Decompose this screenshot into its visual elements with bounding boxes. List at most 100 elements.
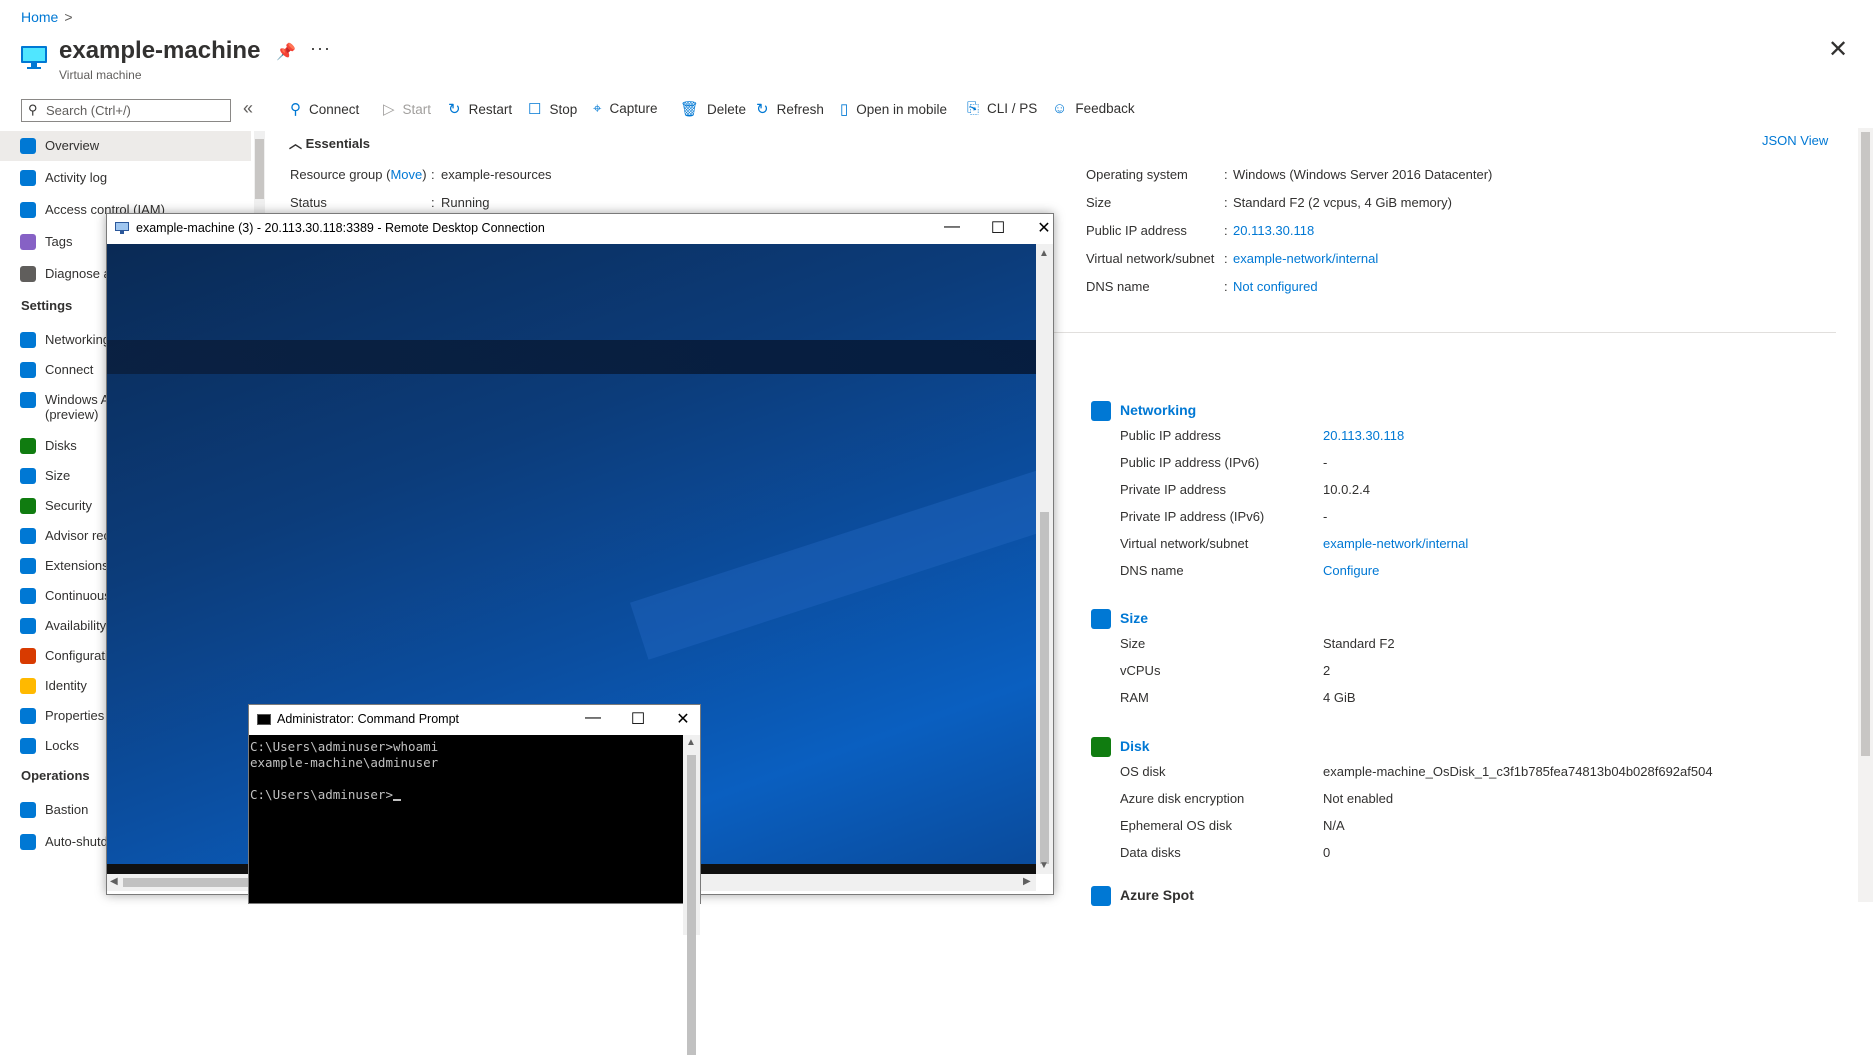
feedback-label: Feedback [1075, 101, 1135, 116]
command-prompt-window[interactable]: Administrator: Command Prompt — ☐ ✕ C:\U… [248, 704, 701, 1055]
minimize-icon[interactable]: — [937, 218, 967, 236]
size-section-link[interactable]: Size [1120, 610, 1148, 626]
restart-button[interactable]: ↻ Restart [448, 100, 512, 118]
configuration-icon [20, 648, 36, 664]
task-view-icon[interactable]: ⧉ [203, 864, 251, 874]
wallpaper-band [107, 340, 1036, 374]
close-icon[interactable]: ✕ [668, 709, 698, 729]
rdp-titlebar[interactable]: example-machine (3) - 20.113.30.118:3389… [107, 214, 1053, 244]
dns-link[interactable]: Not configured [1233, 279, 1318, 294]
continuous-delivery-icon [20, 588, 36, 604]
open-in-mobile-icon: ▯ [840, 101, 849, 118]
property-value: - [1323, 509, 1328, 524]
access-control-iam-icon [20, 202, 36, 218]
dns-label: DNS name [1086, 279, 1150, 294]
page-title: example-machine [59, 37, 261, 64]
more-options-icon[interactable]: ··· [310, 38, 331, 59]
search-input[interactable]: ⚲ Search (Ctrl+/) [21, 99, 231, 122]
property-value-link[interactable]: Configure [1323, 563, 1379, 578]
rdp-vscroll-thumb[interactable] [1040, 512, 1049, 864]
vnet-link[interactable]: example-network/internal [1233, 251, 1378, 266]
console-output[interactable]: C:\Users\adminuser>whoami example-machine… [249, 736, 683, 936]
feedback-icon: ☺ [1052, 100, 1068, 117]
minimize-icon[interactable]: — [578, 709, 608, 727]
close-icon[interactable]: ✕ [1029, 218, 1059, 238]
connect-icon [20, 362, 36, 378]
breadcrumb-home-link[interactable]: Home [21, 9, 58, 25]
breadcrumb: Home > [21, 9, 73, 25]
identity-icon [20, 678, 36, 694]
scroll-left-icon[interactable]: ◀ [110, 876, 118, 887]
cmd-vscroll-thumb[interactable] [687, 755, 696, 1055]
property-label: Private IP address (IPv6) [1120, 509, 1265, 524]
scroll-down-icon[interactable]: ▼ [1039, 860, 1049, 871]
pin-icon[interactable]: 📌 [276, 42, 296, 62]
page-scrollbar[interactable] [1858, 128, 1873, 902]
console-line: example-machine\adminuser [250, 755, 439, 770]
delete-button[interactable]: 🗑 Delete [680, 100, 746, 118]
windows-admin-center-icon [20, 392, 36, 408]
stop-button[interactable]: ☐ Stop [528, 100, 577, 118]
auto-shutdown-icon [20, 834, 36, 850]
capture-button[interactable]: ⌖ Capture [593, 100, 657, 117]
sidebar-item-activity-log[interactable]: Activity log [0, 163, 251, 193]
open-in-mobile-label: Open in mobile [856, 102, 948, 117]
resource-group-value[interactable]: example-resources [441, 167, 552, 182]
sidebar-scroll-thumb[interactable] [255, 139, 264, 199]
maximize-icon[interactable]: ☐ [623, 709, 653, 729]
activity-log-icon [20, 170, 36, 186]
maximize-icon[interactable]: ☐ [983, 218, 1013, 238]
networking-section-link[interactable]: Networking [1120, 402, 1196, 418]
property-label: Private IP address [1120, 482, 1226, 497]
property-value: 2 [1323, 663, 1331, 678]
delete-label: Delete [707, 102, 747, 117]
scroll-up-icon[interactable]: ▲ [1039, 248, 1049, 259]
console-prompt-line[interactable]: C:\Users\adminuser> [250, 787, 683, 803]
property-value: Not enabled [1323, 791, 1394, 806]
property-label: Data disks [1120, 845, 1181, 860]
scroll-right-icon[interactable]: ▶ [1023, 876, 1031, 887]
start-button[interactable]: ▷ Start [383, 100, 431, 118]
property-value: 4 GiB [1323, 690, 1356, 705]
connect-button[interactable]: ⚲ Connect [290, 100, 359, 118]
json-view-link[interactable]: JSON View [1762, 133, 1828, 148]
move-link[interactable]: Move [390, 167, 422, 182]
cli-ps-button[interactable]: ⎘ CLI / PS [967, 100, 1037, 117]
refresh-button[interactable]: ↻ Refresh [756, 100, 824, 118]
collapse-sidebar-icon[interactable]: « [243, 98, 253, 119]
connect-icon: ⚲ [290, 101, 301, 118]
property-label: Size [1120, 636, 1146, 651]
extensions-applications-icon [20, 558, 36, 574]
cmd-titlebar[interactable]: Administrator: Command Prompt — ☐ ✕ [249, 705, 700, 735]
property-label: Public IP address (IPv6) [1120, 455, 1260, 470]
connect-label: Connect [309, 102, 360, 117]
start-icon: ▷ [383, 101, 395, 118]
overview-icon [20, 138, 36, 154]
networking-icon [1091, 401, 1111, 421]
search-icon[interactable]: ⌕ [155, 864, 203, 874]
capture-icon: ⌖ [593, 100, 602, 117]
capture-label: Capture [609, 101, 658, 116]
remote-desktop-window[interactable]: example-machine (3) - 20.113.30.118:3389… [106, 213, 1054, 1055]
public-ip-link[interactable]: 20.113.30.118 [1233, 223, 1314, 238]
feedback-button[interactable]: ☺ Feedback [1052, 100, 1135, 117]
sidebar-item-label: Disks [45, 438, 77, 453]
disk-section-link[interactable]: Disk [1120, 738, 1150, 754]
cmd-vertical-scrollbar[interactable]: ▲ [683, 735, 700, 1055]
size-value: Standard F2 (2 vcpus, 4 GiB memory) [1233, 195, 1452, 210]
sidebar-item-label: Activity log [45, 170, 108, 185]
colon: : [1224, 195, 1228, 210]
close-icon[interactable]: ✕ [1828, 38, 1848, 62]
property-value-link[interactable]: example-network/internal [1323, 536, 1468, 551]
property-value-link[interactable]: 20.113.30.118 [1323, 428, 1404, 443]
scroll-up-icon[interactable]: ▲ [686, 737, 696, 748]
windows-start-icon[interactable]: ⊞ [107, 864, 155, 874]
essentials-toggle[interactable]: ︿ Essentials [289, 133, 370, 152]
open-in-mobile-button[interactable]: ▯ Open in mobile [840, 100, 947, 118]
property-value: - [1323, 455, 1328, 470]
sidebar-item-overview[interactable]: Overview [0, 131, 251, 161]
page-scroll-thumb[interactable] [1861, 132, 1870, 756]
rdp-vertical-scrollbar[interactable]: ▲ ▼ [1036, 244, 1053, 874]
property-value: Standard F2 [1323, 636, 1395, 651]
azure-spot-icon [1091, 886, 1111, 906]
